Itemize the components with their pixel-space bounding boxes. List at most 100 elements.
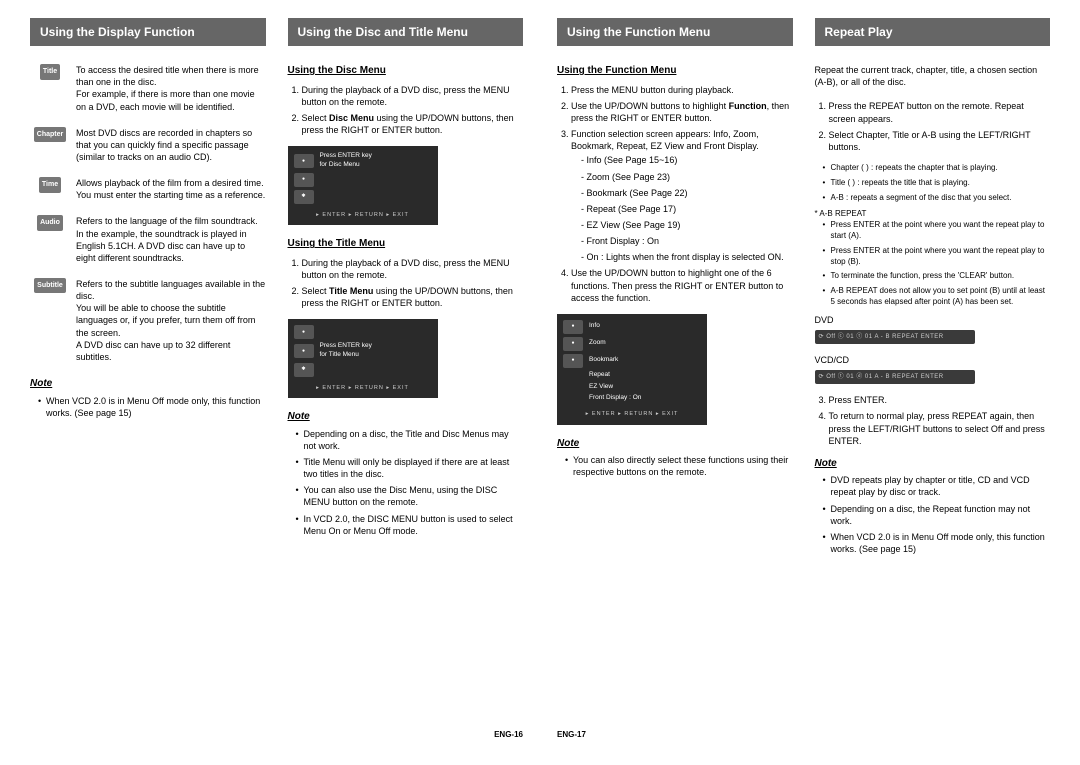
osd-row: EZ View	[563, 383, 701, 392]
list-item: Press the REPEAT button on the remote. R…	[829, 100, 1051, 124]
osd-icon: ●	[563, 320, 583, 334]
list-item: Depending on a disc, the Title and Disc …	[296, 428, 524, 452]
definition-text: To access the desired title when there i…	[76, 64, 266, 113]
disc-menu-heading: Using the Disc Menu	[288, 64, 524, 78]
list-item: Zoom (See Page 23)	[581, 171, 793, 183]
list-item: Select Chapter, Title or A-B using the L…	[829, 129, 1051, 153]
repeat-intro: Repeat the current track, chapter, title…	[815, 64, 1051, 88]
list-item: Chapter ( ) : repeats the chapter that i…	[823, 163, 1051, 174]
disc-menu-steps: During the playback of a DVD disc, press…	[288, 84, 524, 137]
title-icon: ●	[294, 344, 314, 358]
definition-row: SubtitleRefers to the subtitle languages…	[30, 278, 266, 363]
list-item: A-B : repeats a segment of the disc that…	[823, 193, 1051, 204]
definition-row: Time Allows playback of the film from a d…	[30, 177, 266, 201]
list-item: When VCD 2.0 is in Menu Off mode only, t…	[38, 395, 266, 419]
section-title-disc-menu: Using the Disc and Title Menu	[288, 18, 524, 46]
ab-repeat-list: Press ENTER at the point where you want …	[815, 220, 1051, 308]
list-item: Select Title Menu using the UP/DOWN butt…	[302, 285, 524, 309]
left-col1: Using the Display Function Title To acces…	[30, 18, 266, 747]
definition-row: Chapter Most DVD discs are recorded in ch…	[30, 127, 266, 163]
list-item: You can also use the Disc Menu, using th…	[296, 484, 524, 508]
definition-text: Most DVD discs are recorded in chapters …	[76, 127, 266, 163]
time-icon: Time	[30, 177, 70, 192]
page-left: Using the Display Function Title To acces…	[30, 18, 523, 747]
osd-footer: ▸ ENTER ▸ RETURN ▸ EXIT	[563, 411, 701, 418]
section-title-display: Using the Display Function	[30, 18, 266, 46]
note-heading: Note	[815, 457, 1051, 471]
list-item: Repeat (See Page 17)	[581, 203, 793, 215]
list-item: On : Lights when the front display is se…	[581, 251, 793, 263]
page-right: Using the Function Menu Using the Functi…	[557, 18, 1050, 747]
list-item: To terminate the function, press the 'CL…	[823, 271, 1051, 282]
osd-row: ●Info	[563, 320, 701, 334]
disc-icon: ●	[294, 154, 314, 168]
list-item: To return to normal play, press REPEAT a…	[829, 410, 1051, 446]
definition-row: Audio Refers to the language of the film …	[30, 215, 266, 264]
chapter-icon: Chapter	[30, 127, 70, 142]
definition-row: Title To access the desired title when th…	[30, 64, 266, 113]
list-item: Press ENTER.	[829, 394, 1051, 406]
note-list: You can also directly select these funct…	[557, 454, 793, 478]
osd-row: ●Zoom	[563, 337, 701, 351]
disc-icon: ●	[294, 325, 314, 339]
list-item: Use the UP/DOWN buttons to highlight Fun…	[571, 100, 793, 124]
note-heading: Note	[288, 410, 524, 424]
list-item: Press the MENU button during playback.	[571, 84, 793, 96]
osd-footer: ▸ ENTER ▸ RETURN ▸ EXIT	[294, 212, 432, 219]
osd-row: ●Bookmark	[563, 354, 701, 368]
osd-icon: ●	[563, 337, 583, 351]
osd-function-menu: ●Info ●Zoom ●Bookmark Repeat EZ View Front Di…	[557, 314, 707, 425]
repeat-steps: Press the REPEAT button on the remote. R…	[815, 100, 1051, 153]
note-list: When VCD 2.0 is in Menu Off mode only, t…	[30, 395, 266, 419]
osd-row: Front Display : On	[563, 394, 701, 403]
repeat-mode-list: Chapter ( ) : repeats the chapter that i…	[815, 163, 1051, 203]
list-item: DVD repeats play by chapter or title, CD…	[823, 474, 1051, 498]
right-col1: Using the Function Menu Using the Functi…	[557, 18, 793, 747]
osd-footer: ▸ ENTER ▸ RETURN ▸ EXIT	[294, 385, 432, 392]
definition-text: Refers to the language of the film sound…	[76, 215, 266, 264]
section-title-repeat: Repeat Play	[815, 18, 1051, 46]
definition-text: Allows playback of the film from a desir…	[76, 177, 266, 201]
list-item: Bookmark (See Page 22)	[581, 187, 793, 199]
list-item: Select Disc Menu using the UP/DOWN butto…	[302, 112, 524, 136]
list-item: Depending on a disc, the Repeat function…	[823, 503, 1051, 527]
definition-text: Refers to the subtitle languages availab…	[76, 278, 266, 363]
page-spread: Using the Display Function Title To acces…	[30, 18, 1050, 747]
osd-title-menu: ● ● Press ENTER keyfor Title Menu ✱ ▸ EN…	[288, 319, 438, 398]
title-menu-steps: During the playback of a DVD disc, press…	[288, 257, 524, 310]
repeat-osd-vcd: ⟳ Off ⓣ 01 ⓓ 01 A - B REPEAT ENTER	[815, 370, 975, 384]
audio-icon: Audio	[30, 215, 70, 230]
note-list: Depending on a disc, the Title and Disc …	[288, 428, 524, 537]
left-col2: Using the Disc and Title Menu Using the …	[288, 18, 524, 747]
note-heading: Note	[557, 437, 793, 451]
function-steps: Press the MENU button during playback. Us…	[557, 84, 793, 304]
osd-icon: ●	[563, 354, 583, 368]
list-item: Press ENTER at the point where you want …	[823, 220, 1051, 242]
note-heading: Note	[30, 377, 266, 391]
list-item: EZ View (See Page 19)	[581, 219, 793, 231]
vcd-label: VCD/CD	[815, 354, 1051, 366]
list-item: You can also directly select these funct…	[565, 454, 793, 478]
list-item: Title Menu will only be displayed if the…	[296, 456, 524, 480]
osd-row: Repeat	[563, 371, 701, 380]
dvd-label: DVD	[815, 314, 1051, 326]
ab-repeat-heading: * A-B REPEAT	[815, 209, 1051, 220]
list-item: In VCD 2.0, the DISC MENU button is used…	[296, 513, 524, 537]
list-item: When VCD 2.0 is in Menu Off mode only, t…	[823, 531, 1051, 555]
osd-disc-menu: ● Press ENTER keyfor Disc Menu ● ✱ ▸ ENT…	[288, 146, 438, 225]
right-col2: Repeat Play Repeat the current track, ch…	[815, 18, 1051, 747]
title-icon: Title	[30, 64, 70, 79]
list-item: Function selection screen appears: Info,…	[571, 128, 793, 263]
note-list: DVD repeats play by chapter or title, CD…	[815, 474, 1051, 555]
repeat-steps-continued: Press ENTER. To return to normal play, pr…	[815, 394, 1051, 447]
title-icon: ●	[294, 173, 314, 187]
list-item: Press ENTER at the point where you want …	[823, 246, 1051, 268]
list-item: A-B REPEAT does not allow you to set poi…	[823, 286, 1051, 308]
list-item: During the playback of a DVD disc, press…	[302, 257, 524, 281]
function-menu-heading: Using the Function Menu	[557, 64, 793, 78]
function-icon: ✱	[294, 190, 314, 204]
list-item: Use the UP/DOWN button to highlight one …	[571, 267, 793, 303]
function-icon: ✱	[294, 363, 314, 377]
repeat-osd-dvd: ⟳ Off ⓒ 01 ⓣ 01 A - B REPEAT ENTER	[815, 330, 975, 344]
page-number: ENG-17	[557, 730, 586, 741]
